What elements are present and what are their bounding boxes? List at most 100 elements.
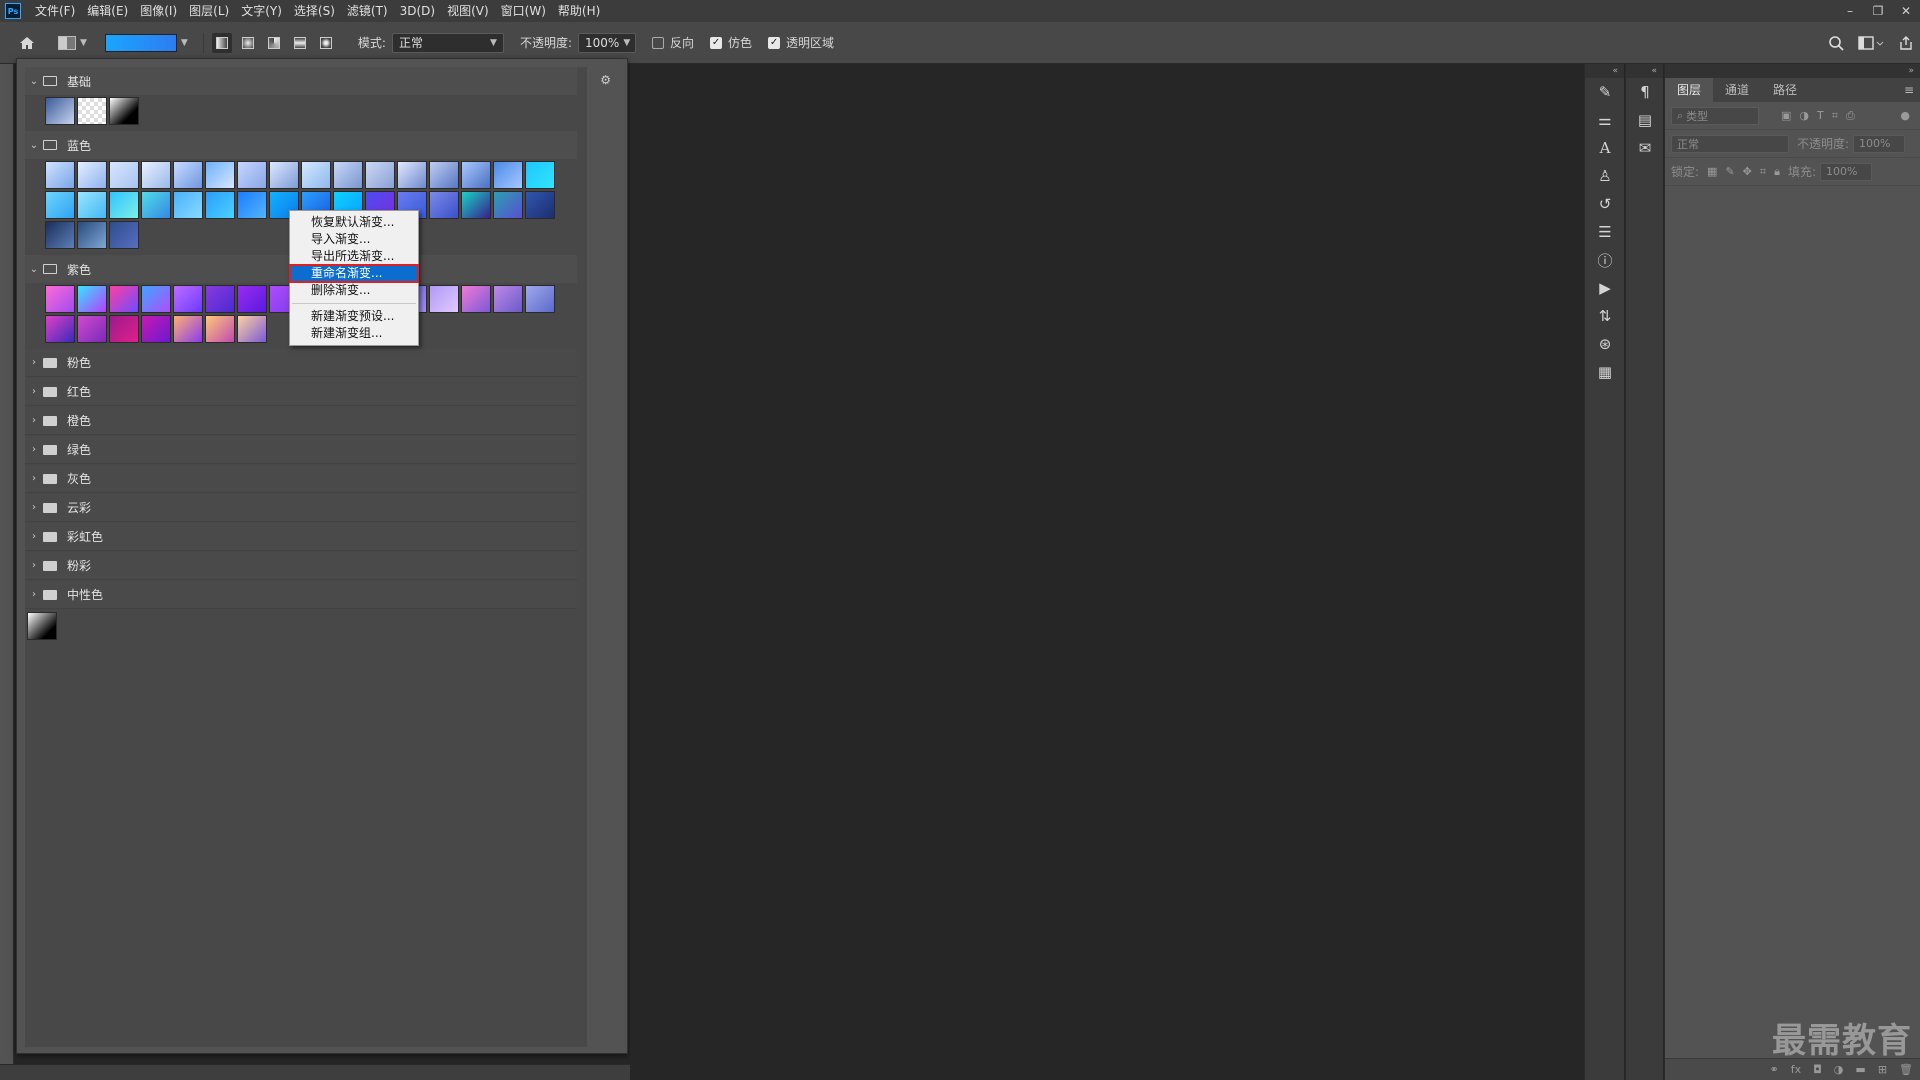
layer-opacity-input[interactable]: 100% xyxy=(1853,134,1906,153)
gradient-swatch[interactable] xyxy=(77,221,107,249)
chevron-right-icon[interactable]: › xyxy=(25,502,43,513)
type-filter-icon[interactable]: T xyxy=(1817,109,1824,122)
gradient-swatch[interactable] xyxy=(173,285,203,313)
collapse-arrow-icon[interactable]: « xyxy=(1626,64,1663,78)
gradient-swatch[interactable] xyxy=(333,161,363,189)
adjustments-icon[interactable]: ⚌ xyxy=(1585,106,1625,134)
gradient-group-header[interactable]: › 橙色 xyxy=(25,407,577,435)
gradient-swatch[interactable] xyxy=(141,285,171,313)
gradient-group-header[interactable]: › 红色 xyxy=(25,378,577,406)
menu-item[interactable]: 选择(S) xyxy=(288,0,341,22)
collapse-arrow-icon[interactable]: » xyxy=(1665,64,1920,78)
opacity-input[interactable]: 100% ▼ xyxy=(578,32,637,53)
gradient-swatch[interactable] xyxy=(493,285,523,313)
chevron-down-icon[interactable]: ⌄ xyxy=(25,76,43,87)
gradient-swatch[interactable] xyxy=(205,191,235,219)
chevron-right-icon[interactable]: › xyxy=(25,473,43,484)
context-menu-item[interactable]: 新建渐变预设... xyxy=(290,308,418,325)
gradient-swatch[interactable] xyxy=(461,161,491,189)
gradient-swatch[interactable] xyxy=(141,191,171,219)
transparency-checkbox[interactable]: ✓ 透明区域 xyxy=(768,34,834,51)
close-button[interactable]: ✕ xyxy=(1892,0,1920,22)
reflected-gradient-button[interactable] xyxy=(290,33,310,53)
chevron-right-icon[interactable]: › xyxy=(25,560,43,571)
notes-icon[interactable]: ✉ xyxy=(1626,134,1664,162)
adjustment-filter-icon[interactable]: ◑ xyxy=(1799,109,1809,122)
chevron-right-icon[interactable]: › xyxy=(25,589,43,600)
gradient-swatch[interactable] xyxy=(237,315,267,343)
gradient-group-header[interactable]: › 彩虹色 xyxy=(25,523,577,551)
angle-gradient-button[interactable] xyxy=(264,33,284,53)
context-menu-item[interactable]: 导出所选渐变... xyxy=(290,248,418,265)
gradient-group-header[interactable]: › 云彩 xyxy=(25,494,577,522)
menu-item[interactable]: 文件(F) xyxy=(29,0,81,22)
reverse-checkbox-box[interactable] xyxy=(652,36,665,49)
context-menu-item[interactable]: 导入渐变... xyxy=(290,231,418,248)
gradient-group-header[interactable]: › 粉彩 xyxy=(25,552,577,580)
gradient-swatch[interactable] xyxy=(109,191,139,219)
gradient-swatch[interactable] xyxy=(109,97,139,125)
menu-item[interactable]: 滤镜(T) xyxy=(341,0,394,22)
gradient-swatch[interactable] xyxy=(45,97,75,125)
tab-layers[interactable]: 图层 xyxy=(1665,78,1714,102)
brush-settings-icon[interactable]: ✎ xyxy=(1585,78,1625,106)
chevron-right-icon[interactable]: › xyxy=(25,531,43,542)
chevron-right-icon[interactable]: › xyxy=(25,357,43,368)
fx-icon[interactable]: fx xyxy=(1791,1063,1801,1076)
chevron-right-icon[interactable]: › xyxy=(25,444,43,455)
blend-mode-select[interactable]: 正常 xyxy=(1671,134,1789,153)
menu-item[interactable]: 图像(I) xyxy=(134,0,183,22)
gradient-swatch[interactable] xyxy=(205,285,235,313)
trash-icon[interactable]: 🗑︎ xyxy=(1899,1063,1913,1076)
share-icon[interactable] xyxy=(1898,35,1914,51)
paragraph-icon[interactable]: ¶ xyxy=(1626,78,1664,106)
menu-item[interactable]: 3D(D) xyxy=(394,0,441,22)
smart-object-filter-icon[interactable]: ⎙ xyxy=(1846,109,1855,123)
image-filter-icon[interactable]: ▣ xyxy=(1781,109,1791,122)
mode-select[interactable]: 正常 ▼ xyxy=(391,32,504,53)
gradient-picker[interactable]: ▼ xyxy=(104,33,191,53)
search-icon[interactable] xyxy=(1828,35,1844,51)
photoshop-logo-icon[interactable]: Ps xyxy=(5,3,21,19)
character-icon[interactable]: A xyxy=(1585,134,1625,162)
chevron-right-icon[interactable]: › xyxy=(25,386,43,397)
gradient-group-header[interactable]: › 中性色 xyxy=(25,581,577,609)
context-menu-item[interactable]: 重命名渐变... xyxy=(289,264,419,283)
mask-icon[interactable]: ◘ xyxy=(1813,1063,1822,1076)
gradient-swatch[interactable] xyxy=(237,161,267,189)
menu-item[interactable]: 视图(V) xyxy=(441,0,495,22)
gradient-swatch[interactable] xyxy=(45,221,75,249)
gradient-swatch[interactable] xyxy=(365,161,395,189)
gradient-swatch[interactable] xyxy=(461,285,491,313)
table-icon[interactable]: ▦ xyxy=(1585,358,1625,386)
menu-item[interactable]: 帮助(H) xyxy=(552,0,606,22)
gradient-swatch[interactable] xyxy=(429,191,459,219)
menu-item[interactable]: 图层(L) xyxy=(183,0,235,22)
current-gradient-swatch[interactable] xyxy=(104,33,177,52)
chevron-down-icon[interactable]: ▼ xyxy=(181,38,188,48)
gradient-swatch[interactable] xyxy=(77,315,107,343)
minimize-button[interactable]: – xyxy=(1836,0,1864,22)
gradient-group-header[interactable]: ⌄ 基础 xyxy=(25,67,577,95)
libraries-icon[interactable]: ▤ xyxy=(1626,106,1664,134)
gradient-swatch[interactable] xyxy=(525,161,555,189)
gradient-swatch[interactable] xyxy=(237,191,267,219)
gradient-group-header[interactable]: ⌄ 蓝色 xyxy=(25,131,577,159)
chevron-down-icon[interactable]: ⌄ xyxy=(25,140,43,151)
new-group-icon[interactable]: ▬ xyxy=(1855,1063,1865,1076)
new-layer-icon[interactable]: ⊞ xyxy=(1878,1063,1887,1076)
gradient-group-header[interactable]: › 绿色 xyxy=(25,436,577,464)
link-layers-icon[interactable]: ⚭ xyxy=(1769,1063,1778,1076)
gradient-swatch[interactable] xyxy=(205,315,235,343)
context-menu-item[interactable]: 新建渐变组... xyxy=(290,325,418,342)
reverse-checkbox[interactable]: 反向 xyxy=(652,34,694,51)
panel-menu-icon[interactable]: ≡ xyxy=(1904,78,1914,102)
gradient-swatch[interactable] xyxy=(45,191,75,219)
gear-icon[interactable]: ⚙ xyxy=(600,73,611,87)
gradient-swatch[interactable] xyxy=(237,285,267,313)
tab-paths[interactable]: 路径 xyxy=(1761,78,1809,102)
tool-preset-picker[interactable]: ▼ xyxy=(58,35,87,50)
styles-icon[interactable]: ⇅ xyxy=(1585,302,1625,330)
gradient-swatch[interactable] xyxy=(141,315,171,343)
diamond-gradient-button[interactable] xyxy=(316,33,336,53)
